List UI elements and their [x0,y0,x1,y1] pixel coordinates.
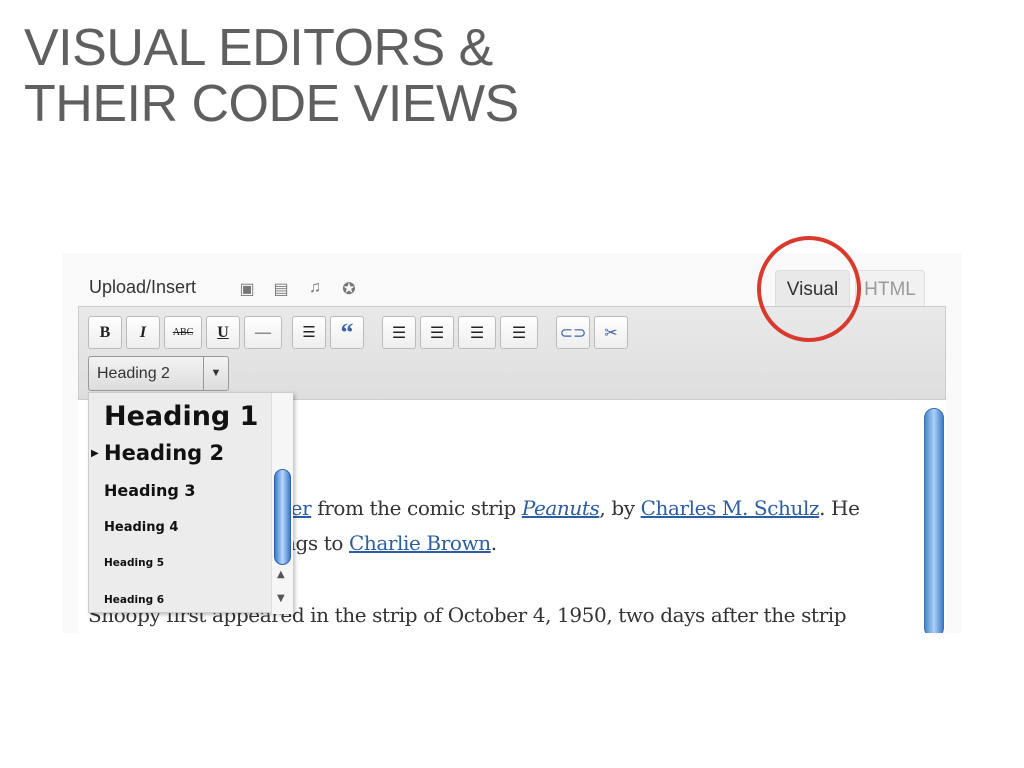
paragraph-line: ngs to Charlie Brown. [283,531,497,555]
dropdown-scrollbar[interactable]: ▲ ▼ [271,393,293,614]
horizontal-rule-button[interactable]: — [244,316,282,349]
tab-html[interactable]: HTML [855,270,925,307]
format-select[interactable]: Heading 2 ▼ [88,356,229,391]
unlink-icon: ✂ [604,324,618,342]
numbered-list-icon: ☰ [302,325,316,341]
image-icon[interactable]: ▣ [236,279,258,299]
justify-button[interactable]: ☰ [500,316,538,349]
format-dropdown-list: ▶ Heading 1 Heading 2 Heading 3 Heading … [88,392,293,614]
unlink-button[interactable]: ✂ [594,316,628,349]
option-heading-5[interactable]: Heading 5 [104,557,164,569]
scroll-down-icon[interactable]: ▼ [277,593,285,604]
option-heading-1[interactable]: Heading 1 [104,401,258,432]
underline-button[interactable]: U [206,316,240,349]
selected-marker-icon: ▶ [91,448,99,459]
highlight-circle [757,236,861,342]
link-button[interactable]: ⊂⊃ [556,316,590,349]
blockquote-button[interactable]: “ [330,316,364,349]
option-heading-2[interactable]: Heading 2 [104,441,224,465]
align-right-icon: ☰ [469,324,485,342]
strikethrough-button[interactable]: ABC [164,316,202,349]
chevron-down-icon[interactable]: ▼ [203,357,228,390]
scroll-thumb[interactable] [274,469,291,565]
link-icon: ⊂⊃ [559,324,587,342]
editor-scrollbar[interactable] [924,408,944,633]
align-left-icon: ☰ [391,324,407,342]
slide-title: VISUAL EDITORS & THEIR CODE VIEWS [24,19,519,133]
music-icon[interactable]: ♫ [304,279,326,299]
align-left-button[interactable]: ☰ [382,316,416,349]
option-heading-3[interactable]: Heading 3 [104,481,196,500]
paragraph-line: ter from the comic strip Peanuts, by Cha… [283,496,860,520]
justify-icon: ☰ [511,324,527,342]
bold-button[interactable]: B [88,316,122,349]
option-heading-6[interactable]: Heading 6 [104,594,164,606]
align-right-button[interactable]: ☰ [458,316,496,349]
gallery-icon[interactable]: ▤ [270,279,292,299]
italic-button[interactable]: I [126,316,160,349]
option-heading-4[interactable]: Heading 4 [104,520,178,535]
scroll-up-icon[interactable]: ▲ [277,569,285,580]
upload-insert-label: Upload/Insert [89,277,197,297]
media-icon[interactable]: ✪ [338,279,360,299]
align-center-button[interactable]: ☰ [420,316,454,349]
align-center-icon: ☰ [429,324,445,342]
numbered-list-button[interactable]: ☰ [292,316,326,349]
